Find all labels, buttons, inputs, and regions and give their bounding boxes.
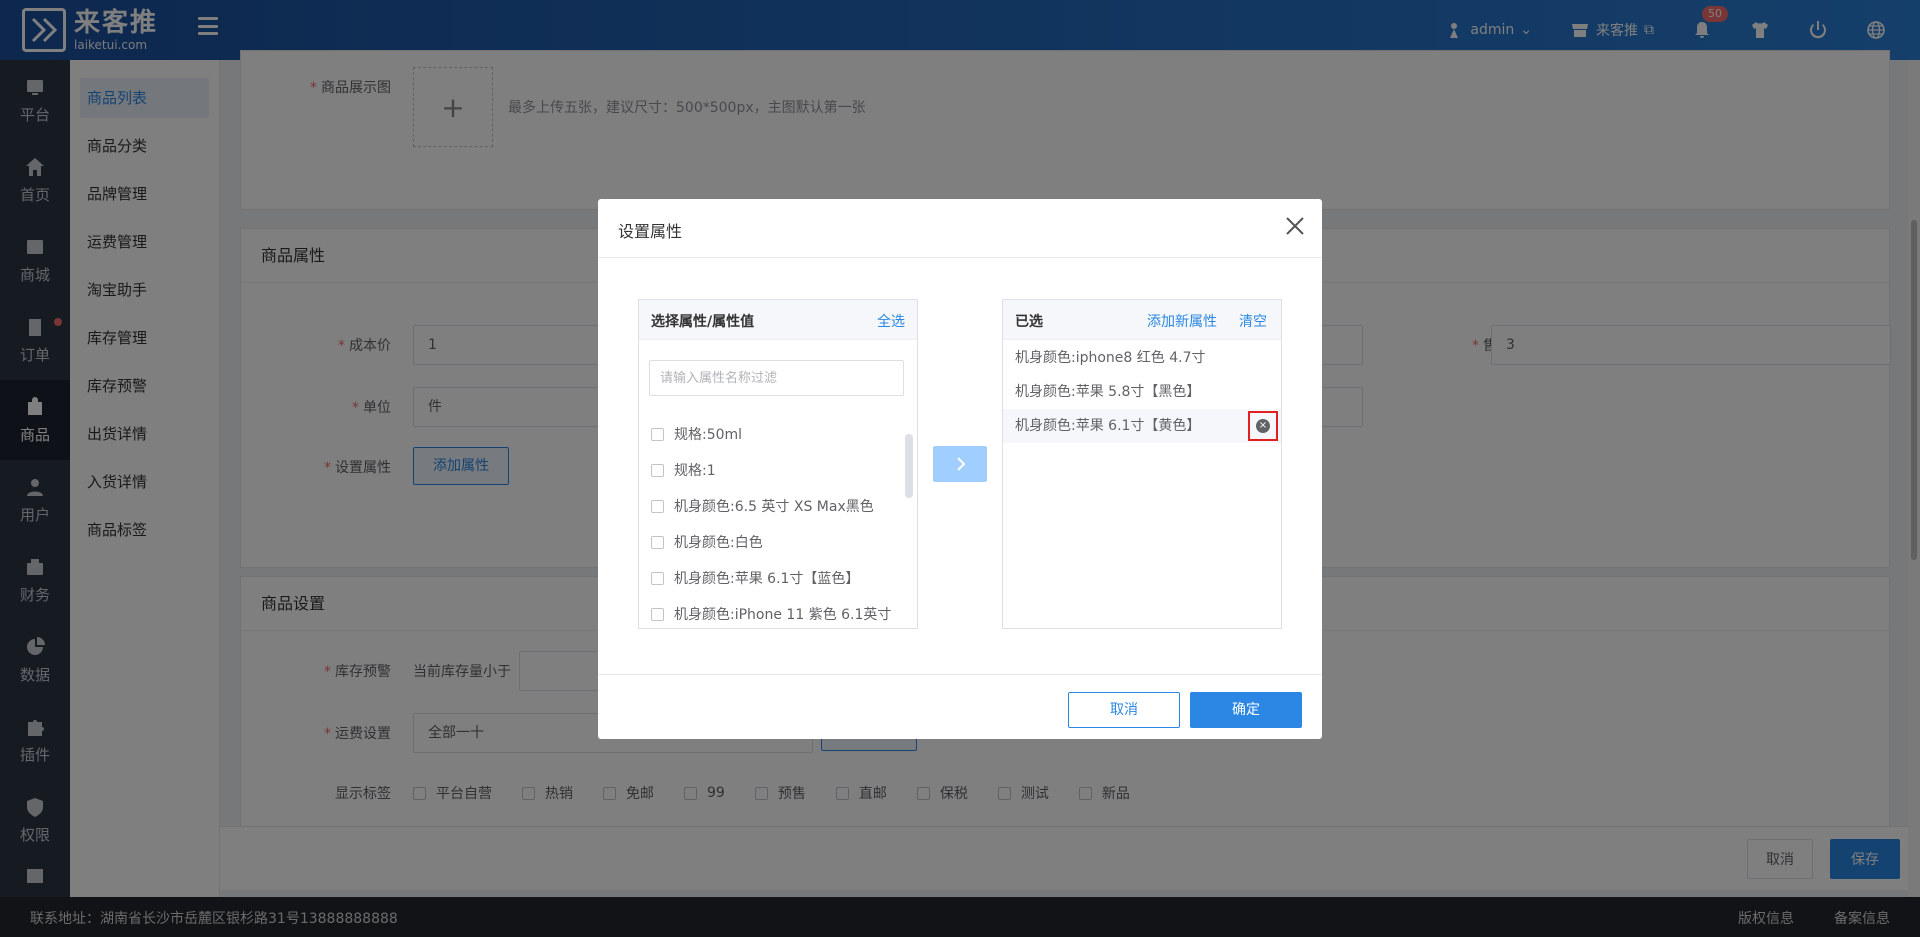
selected-item[interactable]: 机身颜色:iphone8 红色 4.7寸: [1003, 341, 1281, 375]
add-new-attribute-link[interactable]: 添加新属性: [1147, 311, 1217, 331]
set-attribute-dialog: 设置属性 选择属性/属性值 全选 规格:50ml 规格:1 机身颜色:6.5 英…: [598, 199, 1322, 739]
dialog-footer-divider: [598, 674, 1322, 675]
option-item[interactable]: 机身颜色:iPhone 11 紫色 6.1英寸: [639, 596, 901, 628]
selected-panel: 已选 添加新属性 清空 机身颜色:iphone8 红色 4.7寸 机身颜色:苹果…: [1002, 299, 1282, 629]
remove-item-button[interactable]: ×: [1248, 411, 1278, 441]
option-item[interactable]: 机身颜色:6.5 英寸 XS Max黑色: [639, 488, 901, 524]
option-list-scrollbar[interactable]: [905, 434, 913, 498]
dialog-cancel-button[interactable]: 取消: [1068, 692, 1180, 728]
chevron-right-icon: [957, 457, 966, 471]
clear-link[interactable]: 清空: [1239, 311, 1267, 331]
checkbox[interactable]: [651, 535, 664, 549]
selected-item[interactable]: 机身颜色:苹果 6.1寸【黄色】 ×: [1003, 409, 1281, 443]
source-panel-title: 选择属性/属性值: [651, 314, 755, 330]
checkbox[interactable]: [651, 499, 664, 513]
option-list: 规格:50ml 规格:1 机身颜色:6.5 英寸 XS Max黑色 机身颜色:白…: [639, 416, 901, 628]
close-icon[interactable]: [1284, 215, 1306, 237]
option-item[interactable]: 规格:50ml: [639, 416, 901, 452]
checkbox[interactable]: [651, 427, 664, 441]
dialog-confirm-button[interactable]: 确定: [1190, 692, 1302, 728]
dialog-title: 设置属性: [618, 222, 683, 241]
checkbox[interactable]: [651, 607, 664, 621]
option-item[interactable]: 机身颜色:苹果 6.1寸【蓝色】: [639, 560, 901, 596]
option-item[interactable]: 规格:1: [639, 452, 901, 488]
option-item[interactable]: 机身颜色:白色: [639, 524, 901, 560]
filter-input[interactable]: [649, 360, 904, 396]
checkbox[interactable]: [651, 571, 664, 585]
transfer-right-button[interactable]: [933, 446, 987, 482]
checkbox[interactable]: [651, 463, 664, 477]
selected-item[interactable]: 机身颜色:苹果 5.8寸【黑色】: [1003, 375, 1281, 409]
close-circle-icon: ×: [1256, 419, 1270, 433]
source-panel: 选择属性/属性值 全选 规格:50ml 规格:1 机身颜色:6.5 英寸 XS …: [638, 299, 918, 629]
select-all-link[interactable]: 全选: [877, 311, 905, 331]
selected-panel-title: 已选: [1015, 314, 1043, 330]
